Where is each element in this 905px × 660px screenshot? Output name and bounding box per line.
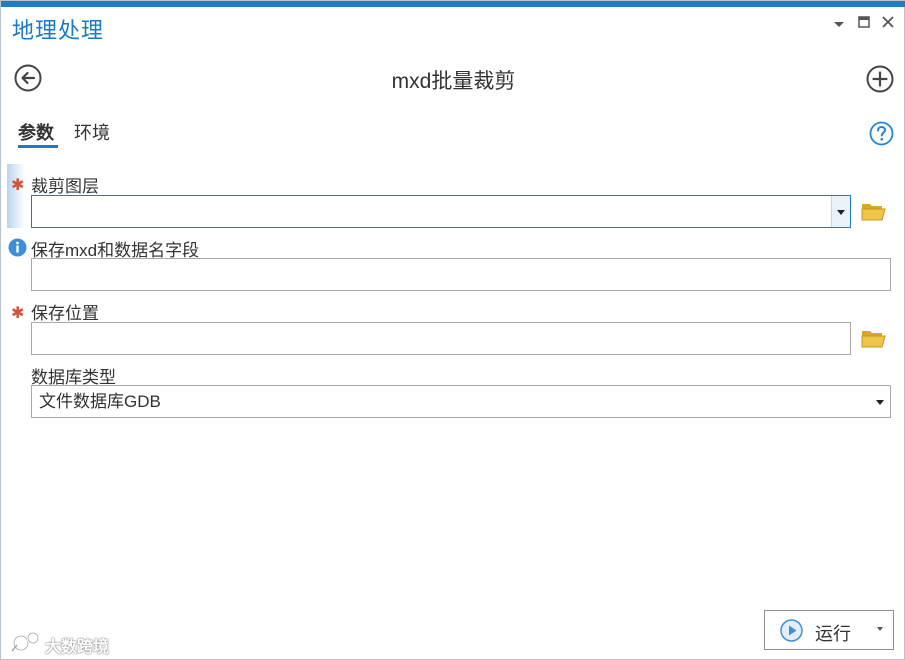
info-icon [8, 238, 27, 257]
chevron-down-icon[interactable] [877, 627, 883, 631]
folder-open-icon[interactable] [860, 200, 888, 222]
run-button-label: 运行 [815, 624, 851, 644]
run-button[interactable]: 运行 [764, 610, 894, 650]
chevron-down-icon[interactable] [830, 13, 848, 33]
database-type-value: 文件数据库GDB [39, 392, 161, 411]
active-parameter-marker [7, 164, 25, 228]
close-icon[interactable] [879, 13, 897, 33]
geoprocessing-pane: 地理处理 mxd批量裁剪 参数 环境 ✱ 裁剪图层 保存mxd和数据名字段 ✱ … [0, 0, 905, 660]
pane-accent-bar [1, 1, 905, 7]
chevron-down-icon[interactable] [872, 386, 888, 417]
chevron-down-icon[interactable] [831, 196, 850, 227]
watermark-text: 大数跨境 [45, 639, 110, 656]
play-icon [780, 619, 803, 642]
required-indicator: ✱ [11, 177, 25, 194]
maximize-icon[interactable] [855, 13, 873, 33]
tool-title: mxd批量裁剪 [391, 70, 516, 93]
tab-parameters[interactable]: 参数 [18, 119, 54, 145]
tab-environments[interactable]: 环境 [74, 119, 110, 145]
pane-title: 地理处理 [12, 18, 105, 43]
save-location-input[interactable] [31, 322, 851, 355]
clip-layer-label: 裁剪图层 [31, 177, 99, 196]
add-circle-icon[interactable] [866, 65, 894, 93]
clip-layer-combo[interactable] [31, 195, 851, 228]
name-field-input[interactable] [31, 258, 891, 291]
help-icon[interactable] [869, 121, 894, 146]
active-tab-underline [18, 145, 58, 148]
database-type-select[interactable]: 文件数据库GDB [31, 385, 891, 418]
folder-open-icon[interactable] [860, 327, 888, 349]
save-location-label: 保存位置 [31, 304, 99, 323]
required-indicator: ✱ [11, 305, 25, 322]
